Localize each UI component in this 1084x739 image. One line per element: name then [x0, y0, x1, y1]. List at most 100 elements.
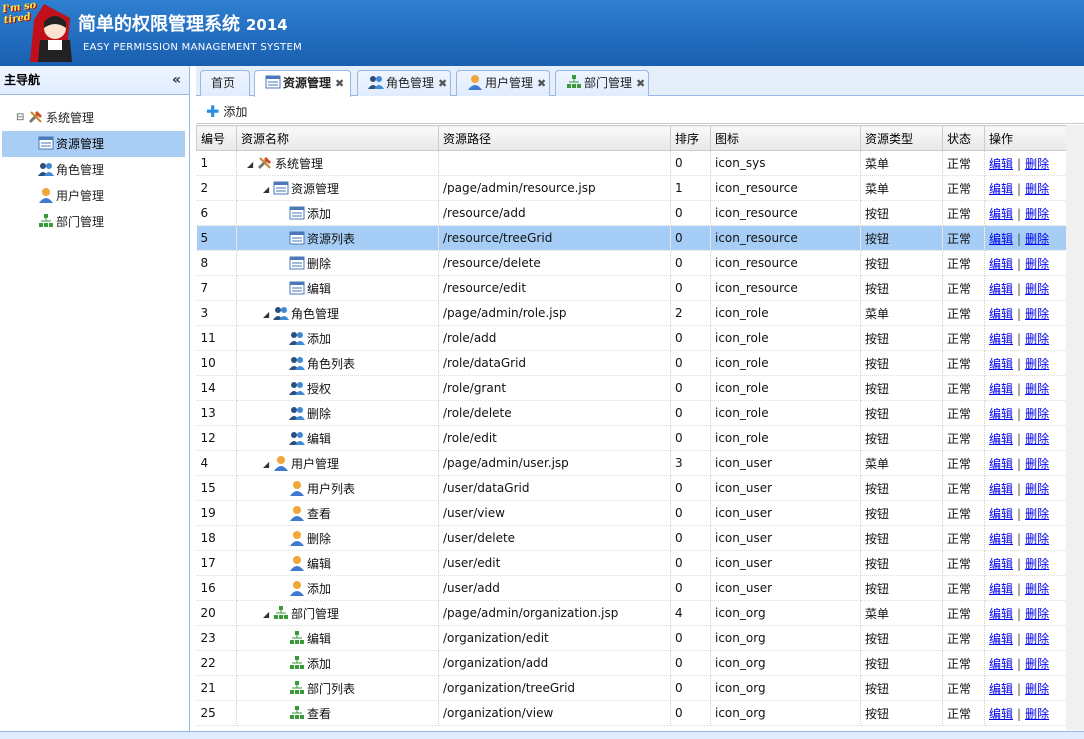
delete-link[interactable]: 删除 [1025, 182, 1049, 196]
delete-link[interactable]: 删除 [1025, 457, 1049, 471]
delete-link[interactable]: 删除 [1025, 407, 1049, 421]
edit-link[interactable]: 编辑 [989, 557, 1013, 571]
delete-link[interactable]: 删除 [1025, 582, 1049, 596]
edit-link[interactable]: 编辑 [989, 607, 1013, 621]
collapse-icon[interactable]: « [172, 66, 181, 94]
edit-link[interactable]: 编辑 [989, 507, 1013, 521]
delete-link[interactable]: 删除 [1025, 507, 1049, 521]
sidebar-item-user[interactable]: 用户管理 [0, 183, 189, 209]
delete-link[interactable]: 删除 [1025, 557, 1049, 571]
edit-link[interactable]: 编辑 [989, 282, 1013, 296]
delete-link[interactable]: 删除 [1025, 282, 1049, 296]
table-row[interactable]: 2 ◢ 资源管理/page/admin/resource.jsp 1 icon_reso… [196, 175, 1067, 201]
expand-triangle-icon[interactable]: ◢ [263, 310, 273, 319]
add-button[interactable]: ✚ 添加 [206, 102, 247, 121]
table-row[interactable]: 12 编辑/role/edit 0 icon_role 按钮 正常 编辑 | 删除 [196, 425, 1067, 451]
edit-link[interactable]: 编辑 [989, 632, 1013, 646]
close-icon[interactable]: ✖ [438, 77, 447, 90]
table-row[interactable]: 20 ◢ 部门管理/page/admin/organization.jsp 4 icon… [196, 600, 1067, 626]
table-row[interactable]: 22 添加/organization/add 0 icon_org 按钮 正常 编辑 | 删除 [196, 650, 1067, 676]
table-row[interactable]: 21 部门列表/organization/treeGrid 0 icon_org 按钮正… [196, 675, 1067, 701]
column-header[interactable]: 操作 [984, 125, 1067, 151]
column-header[interactable]: 编号 [196, 125, 237, 151]
table-row[interactable]: 25 查看/organization/view 0 icon_org 按钮 正常 编辑 | 删除 [196, 700, 1067, 726]
delete-link[interactable]: 删除 [1025, 232, 1049, 246]
table-row[interactable]: 6 添加/resource/add 0 icon_resource 按钮 正常 编辑 | 删除 [196, 200, 1067, 226]
edit-link[interactable]: 编辑 [989, 382, 1013, 396]
table-row[interactable]: 18 删除/user/delete 0 icon_user 按钮 正常 编辑 | 删除 [196, 525, 1067, 551]
tab-org[interactable]: 部门管理 ✖ [555, 70, 649, 96]
delete-link[interactable]: 删除 [1025, 332, 1049, 346]
delete-link[interactable]: 删除 [1025, 682, 1049, 696]
cell-type: 菜单 [860, 450, 943, 476]
expand-triangle-icon[interactable]: ◢ [263, 460, 273, 469]
delete-link[interactable]: 删除 [1025, 432, 1049, 446]
delete-link[interactable]: 删除 [1025, 382, 1049, 396]
table-row[interactable]: 23 编辑/organization/edit 0 icon_org 按钮 正常 编辑 | 删除 [196, 625, 1067, 651]
edit-link[interactable]: 编辑 [989, 357, 1013, 371]
table-row[interactable]: 1 ◢ 系统管理 0 icon_sys 菜单 正常 编辑 | 删除 [196, 150, 1067, 176]
edit-link[interactable]: 编辑 [989, 532, 1013, 546]
table-row[interactable]: 10 角色列表/role/dataGrid 0 icon_role 按钮 正常 编辑 | 删除 [196, 350, 1067, 376]
edit-link[interactable]: 编辑 [989, 457, 1013, 471]
delete-link[interactable]: 删除 [1025, 532, 1049, 546]
sidebar-item-org[interactable]: 部门管理 [0, 209, 189, 235]
table-row[interactable]: 16 添加/user/add 0 icon_user 按钮 正常 编辑 | 删除 [196, 575, 1067, 601]
table-row[interactable]: 14 授权/role/grant 0 icon_role 按钮 正常 编辑 | 删除 [196, 375, 1067, 401]
column-header[interactable]: 资源路径 [438, 125, 671, 151]
close-icon[interactable]: ✖ [636, 77, 645, 90]
expand-triangle-icon[interactable]: ◢ [263, 610, 273, 619]
table-row[interactable]: 7 编辑/resource/edit 0 icon_resource 按钮 正常 编辑 | 删除 [196, 275, 1067, 301]
edit-link[interactable]: 编辑 [989, 157, 1013, 171]
tab-home[interactable]: 首页 [200, 70, 250, 96]
tree-collapse-icon[interactable]: ⊟ [16, 105, 24, 131]
tab-role[interactable]: 角色管理 ✖ [357, 70, 451, 96]
edit-link[interactable]: 编辑 [989, 257, 1013, 271]
edit-link[interactable]: 编辑 [989, 682, 1013, 696]
edit-link[interactable]: 编辑 [989, 657, 1013, 671]
delete-link[interactable]: 删除 [1025, 157, 1049, 171]
table-row[interactable]: 5 资源列表/resource/treeGrid 0 icon_resource 按钮正… [196, 225, 1067, 251]
edit-link[interactable]: 编辑 [989, 207, 1013, 221]
tab-user[interactable]: 用户管理 ✖ [456, 70, 550, 96]
edit-link[interactable]: 编辑 [989, 332, 1013, 346]
edit-link[interactable]: 编辑 [989, 232, 1013, 246]
edit-link[interactable]: 编辑 [989, 582, 1013, 596]
column-header[interactable]: 排序 [670, 125, 711, 151]
tree-node-root[interactable]: ⊟ 系统管理 [0, 105, 189, 131]
sidebar-item-resource[interactable]: 资源管理 [2, 131, 185, 157]
edit-link[interactable]: 编辑 [989, 707, 1013, 721]
delete-link[interactable]: 删除 [1025, 657, 1049, 671]
table-row[interactable]: 8 删除/resource/delete 0 icon_resource 按钮 正常 编辑 |… [196, 250, 1067, 276]
sidebar-item-role[interactable]: 角色管理 [0, 157, 189, 183]
edit-link[interactable]: 编辑 [989, 407, 1013, 421]
delete-link[interactable]: 删除 [1025, 207, 1049, 221]
column-header[interactable]: 图标 [710, 125, 861, 151]
delete-link[interactable]: 删除 [1025, 707, 1049, 721]
edit-link[interactable]: 编辑 [989, 182, 1013, 196]
column-header[interactable]: 状态 [942, 125, 985, 151]
table-row[interactable]: 13 删除/role/delete 0 icon_role 按钮 正常 编辑 | 删除 [196, 400, 1067, 426]
delete-link[interactable]: 删除 [1025, 257, 1049, 271]
table-row[interactable]: 19 查看/user/view 0 icon_user 按钮 正常 编辑 | 删除 [196, 500, 1067, 526]
close-icon[interactable]: ✖ [335, 77, 344, 90]
delete-link[interactable]: 删除 [1025, 357, 1049, 371]
delete-link[interactable]: 删除 [1025, 482, 1049, 496]
table-row[interactable]: 17 编辑/user/edit 0 icon_user 按钮 正常 编辑 | 删除 [196, 550, 1067, 576]
delete-link[interactable]: 删除 [1025, 607, 1049, 621]
edit-link[interactable]: 编辑 [989, 432, 1013, 446]
close-icon[interactable]: ✖ [537, 77, 546, 90]
edit-link[interactable]: 编辑 [989, 482, 1013, 496]
table-row[interactable]: 15 用户列表/user/dataGrid 0 icon_user 按钮 正常 编辑 | 删除 [196, 475, 1067, 501]
delete-link[interactable]: 删除 [1025, 632, 1049, 646]
table-row[interactable]: 11 添加/role/add 0 icon_role 按钮 正常 编辑 | 删除 [196, 325, 1067, 351]
delete-link[interactable]: 删除 [1025, 307, 1049, 321]
tab-resource[interactable]: 资源管理 ✖ [254, 70, 351, 97]
expand-triangle-icon[interactable]: ◢ [247, 160, 257, 169]
table-row[interactable]: 4 ◢ 用户管理/page/admin/user.jsp 3 icon_user 菜单 正常… [196, 450, 1067, 476]
edit-link[interactable]: 编辑 [989, 307, 1013, 321]
expand-triangle-icon[interactable]: ◢ [263, 185, 273, 194]
table-row[interactable]: 3 ◢ 角色管理/page/admin/role.jsp 2 icon_role 菜单 正常… [196, 300, 1067, 326]
column-header[interactable]: 资源名称 [236, 125, 439, 151]
column-header[interactable]: 资源类型 [860, 125, 943, 151]
